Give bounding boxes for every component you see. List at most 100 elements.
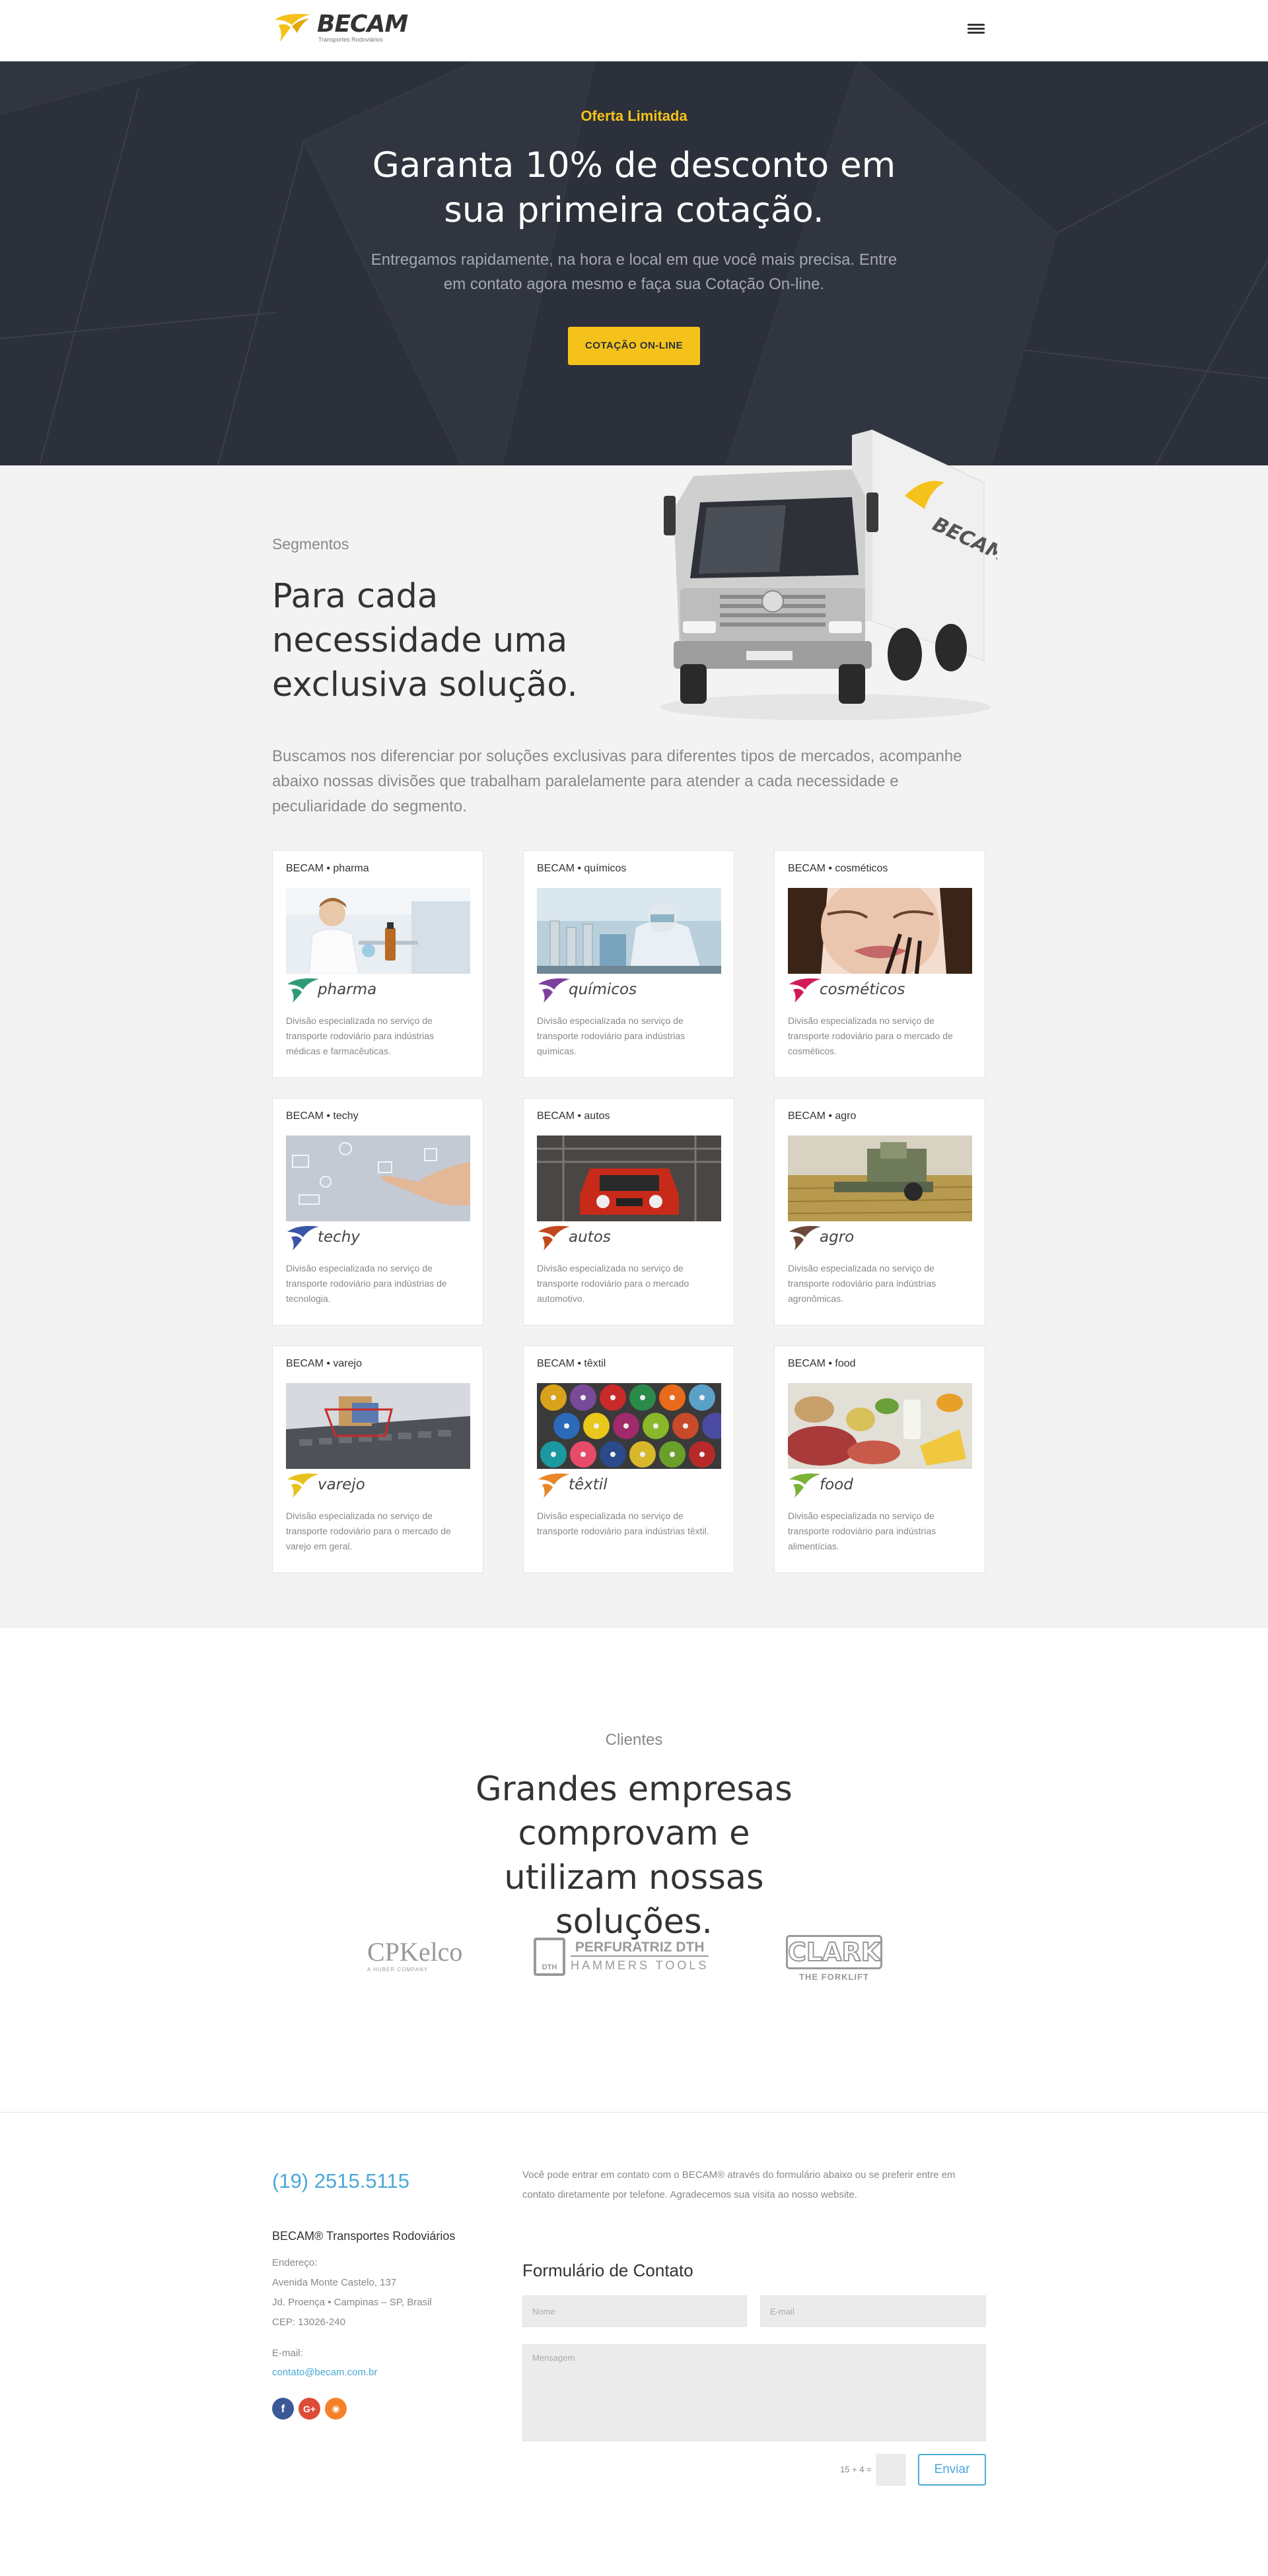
automotive-factory-photo [537,1135,721,1221]
segment-brand-name: varejo [318,1476,365,1493]
segment-card-agro[interactable]: BECAM • agro agro Divisão especializada … [774,1098,985,1326]
segment-card-description: Divisão especializada no serviço de tran… [286,1510,451,1551]
hamburger-menu-icon[interactable] [968,22,985,36]
contact-phone[interactable]: (19) 2515.5115 [272,2169,409,2193]
email-input[interactable]: E-mail [760,2295,986,2327]
name-input[interactable]: Nome [522,2295,747,2327]
segments-grid: BECAM • pharma pharma Divisão especializ… [272,850,987,1573]
social-links: f G+ ◉ [272,2398,347,2420]
captcha-question: 15 + 4 = [840,2464,872,2474]
address-line-2: Jd. Proença • Campinas – SP, Brasil [272,2297,432,2308]
segment-card-varejo[interactable]: BECAM • varejo varejo Divisão especializ… [272,1345,483,1573]
company-address: Endereço: Avenida Monte Castelo, 137 Jd.… [272,2253,432,2332]
techy-brand-icon [287,1226,319,1250]
email-label: E-mail: [272,2348,303,2359]
online-quote-button[interactable]: COTAÇÃO ON-LINE [568,327,700,365]
site-header: BECAM Transportes Rodoviários [0,0,1268,61]
segment-card-title: BECAM • agro [788,1110,857,1122]
retail-shopping-cart-photo [286,1383,470,1469]
pharma-lab-photo [286,888,470,974]
logo-tagline: Transportes Rodoviários [318,36,383,43]
segments-title: Para cada necessidade uma exclusiva solu… [272,577,578,704]
segments-description: Buscamos nos diferenciar por soluções ex… [272,747,962,815]
client-logo-cpkelco: CPKelco A HUBER COMPANY [367,1939,486,1973]
segment-brand-name: têxtil [569,1476,608,1493]
segment-card-techy[interactable]: BECAM • techy techy Divisão especializad… [272,1098,483,1326]
clients-title-text: Grandes empresas comprovam e utilizam no… [476,1770,792,1942]
segment-card-pharma[interactable]: BECAM • pharma pharma Divisão especializ… [272,850,483,1078]
clients-kicker: Clientes [605,1731,663,1749]
clients-title: Grandes empresas comprovam e utilizam no… [0,1767,1268,1944]
segment-card-title: BECAM • cosméticos [788,863,888,874]
segment-card-title: BECAM • techy [286,1110,359,1122]
autos-brand-icon [538,1226,570,1250]
hero-banner: Oferta Limitada Garanta 10% de desconto … [0,61,1268,465]
client-logo-name: CLARK [786,1935,882,1969]
client-logo-badge: DTH [534,1938,565,1976]
technology-photo [286,1135,470,1221]
client-logos: CPKelco A HUBER COMPANY DTH PERFURATRIZ … [0,1931,1268,1984]
segment-card-cosmeticos[interactable]: BECAM • cosméticos cosméticos Divisão es… [774,850,985,1078]
hero-kicker: Oferta Limitada [581,108,687,124]
cosmeticos-brand-icon [789,978,821,1003]
varejo-brand-icon [287,1474,319,1498]
segment-card-autos[interactable]: BECAM • autos autos Divisão especializad… [523,1098,734,1326]
client-logo-sub: THE FORKLIFT [799,1972,869,1982]
becam-logo[interactable]: BECAM Transportes Rodoviários [272,11,408,45]
segment-card-textil[interactable]: BECAM • têxtil têxtil Divisão especializ… [523,1345,734,1573]
segment-card-quimicos[interactable]: BECAM • químicos químicos Divisão especi… [523,850,734,1078]
segment-brand-name: cosméticos [820,981,905,998]
clients-section: Clientes Grandes empresas comprovam e ut… [0,1627,1268,2113]
segment-brand-name: food [820,1476,853,1493]
agro-brand-icon [789,1226,821,1250]
segment-brand-name: pharma [318,981,377,998]
quimicos-brand-icon [538,978,570,1003]
segment-card-title: BECAM • químicos [537,863,627,874]
segment-card-title: BECAM • autos [537,1110,610,1122]
segment-card-description: Divisão especializada no serviço de tran… [788,1510,936,1551]
client-logo-name: CPKelco [367,1937,463,1967]
segment-brand-name: químicos [569,981,637,998]
segment-brand-name: autos [569,1229,611,1246]
segment-card-description: Divisão especializada no serviço de tran… [788,1263,936,1304]
facebook-icon[interactable]: f [272,2398,294,2420]
food-brand-icon [789,1474,821,1498]
message-textarea[interactable]: Mensagem [522,2344,986,2441]
becam-logo-mark-icon [275,14,310,42]
segments-kicker: Segmentos [272,535,349,553]
segment-card-description: Divisão especializada no serviço de tran… [537,1263,689,1304]
contact-intro: Você pode entrar em contato com o BECAM®… [522,2169,956,2200]
segment-card-food[interactable]: BECAM • food food Divisão especializada … [774,1345,985,1573]
segment-card-title: BECAM • têxtil [537,1358,606,1369]
client-logo-sub: HAMMERS TOOLS [571,1959,709,1972]
cosmetics-photo [788,888,972,974]
address-line-3: CEP: 13026-240 [272,2317,345,2328]
send-button[interactable]: Enviar [918,2454,986,2486]
segments-section: Segmentos Para cada necessidade uma excl… [0,429,1268,1627]
google-plus-icon[interactable]: G+ [299,2398,320,2420]
client-logo-sub: A HUBER COMPANY [367,1967,429,1973]
segment-brand-name: techy [318,1229,361,1246]
chemistry-lab-photo [537,888,721,974]
hero-subtitle: Entregamos rapidamente, na hora e local … [370,251,898,293]
address-label: Endereço: [272,2257,318,2268]
food-groceries-photo [788,1383,972,1469]
segment-card-description: Divisão especializada no serviço de tran… [788,1015,953,1056]
segment-card-description: Divisão especializada no serviço de tran… [286,1263,447,1304]
rss-icon[interactable]: ◉ [325,2398,347,2420]
agriculture-harvester-photo [788,1135,972,1221]
address-line-1: Avenida Monte Castelo, 137 [272,2277,397,2288]
truck-image: BECAM [660,429,997,720]
segment-card-title: BECAM • pharma [286,863,369,874]
pharma-brand-icon [287,978,319,1003]
client-logo-perfuratriz: DTH PERFURATRIZ DTH HAMMERS TOOLS [534,1938,725,1976]
logo-name: BECAM [317,11,408,38]
segment-card-description: Divisão especializada no serviço de tran… [537,1015,686,1056]
contact-email-link[interactable]: contato@becam.com.br [272,2367,377,2378]
contact-section: (19) 2515.5115 BECAM® Transportes Rodovi… [0,2113,1268,2575]
contact-form-title: Formulário de Contato [522,2260,693,2280]
company-name: BECAM® Transportes Rodoviários [272,2229,456,2243]
textile-thread-spools-photo [537,1383,721,1469]
captcha-input[interactable] [876,2454,905,2486]
segment-card-description: Divisão especializada no serviço de tran… [537,1510,709,1536]
